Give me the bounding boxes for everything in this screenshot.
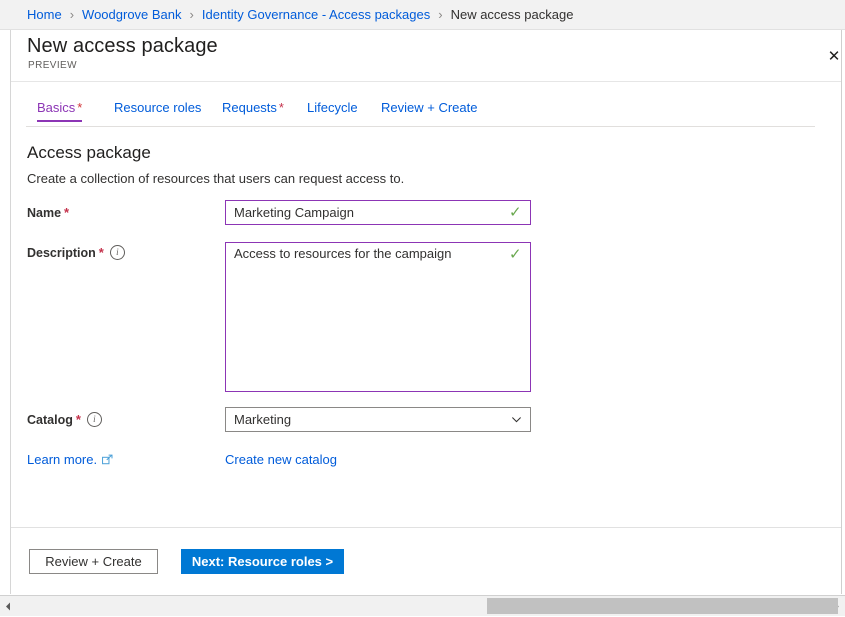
catalog-info-icon[interactable]: i (87, 412, 102, 427)
catalog-label-text: Catalog (27, 413, 73, 427)
tab-resource-roles[interactable]: Resource roles (114, 100, 201, 122)
blade-title-header: New access package PREVIEW ✕ (11, 31, 841, 82)
horizontal-scrollbar[interactable] (0, 595, 845, 616)
close-icon[interactable]: ✕ (816, 31, 845, 81)
learn-more-label: Learn more. (27, 452, 97, 467)
breadcrumb-separator: › (70, 7, 74, 22)
name-label: Name* (27, 205, 69, 220)
review-create-button[interactable]: Review + Create (29, 549, 158, 574)
page-title: New access package (27, 35, 218, 58)
chevron-down-icon (511, 414, 522, 425)
next-resource-roles-button[interactable]: Next: Resource roles > (181, 549, 344, 574)
breadcrumb-item-home[interactable]: Home (27, 7, 62, 22)
learn-more-link[interactable]: Learn more. (27, 452, 113, 467)
horizontal-scrollbar-thumb[interactable] (487, 598, 838, 614)
tab-lifecycle-label: Lifecycle (307, 100, 358, 115)
create-new-catalog-link[interactable]: Create new catalog (225, 452, 337, 467)
breadcrumb-item-identity-governance[interactable]: Identity Governance - Access packages (202, 7, 430, 22)
horizontal-scrollbar-track[interactable] (17, 596, 828, 617)
description-label: Description* i (27, 245, 125, 260)
basics-form: Access package Create a collection of re… (11, 127, 841, 527)
tab-active-underline (37, 120, 82, 122)
breadcrumb-separator: › (438, 7, 442, 22)
scroll-left-arrow-icon[interactable] (0, 596, 17, 616)
description-required-marker: * (99, 245, 104, 260)
catalog-select[interactable]: Marketing (225, 407, 531, 432)
tab-review-create[interactable]: Review + Create (381, 100, 477, 122)
external-link-icon (102, 454, 113, 465)
create-new-catalog-label: Create new catalog (225, 452, 337, 467)
description-textarea[interactable] (225, 242, 531, 392)
tab-basics[interactable]: Basics* (37, 100, 82, 122)
breadcrumb-item-woodgrove-bank[interactable]: Woodgrove Bank (82, 7, 182, 22)
description-info-icon[interactable]: i (110, 245, 125, 260)
name-input[interactable] (225, 200, 531, 225)
tab-lifecycle[interactable]: Lifecycle (307, 100, 358, 122)
wizard-tabs: Basics* Resource roles Requests* Lifecyc… (11, 100, 841, 126)
catalog-required-marker: * (76, 412, 81, 427)
section-title: Access package (27, 143, 151, 163)
breadcrumb: Home › Woodgrove Bank › Identity Governa… (0, 0, 845, 30)
tab-requests[interactable]: Requests* (222, 100, 284, 122)
tab-requests-required-marker: * (279, 100, 284, 115)
new-access-package-blade: Home › Woodgrove Bank › Identity Governa… (0, 0, 845, 594)
tab-basics-label: Basics (37, 100, 75, 115)
tab-requests-label: Requests (222, 100, 277, 115)
name-required-marker: * (64, 205, 69, 220)
preview-badge: PREVIEW (28, 60, 77, 71)
blade-right-divider (841, 0, 842, 594)
wizard-footer: Review + Create Next: Resource roles > (11, 528, 841, 594)
name-label-text: Name (27, 206, 61, 220)
tab-resource-roles-label: Resource roles (114, 100, 201, 115)
tab-basics-required-marker: * (77, 100, 82, 115)
breadcrumb-item-new-access-package: New access package (451, 7, 574, 22)
section-description: Create a collection of resources that us… (27, 171, 404, 186)
breadcrumb-separator: › (190, 7, 194, 22)
description-label-text: Description (27, 246, 96, 260)
catalog-selected-value: Marketing (234, 412, 511, 427)
tab-review-create-label: Review + Create (381, 100, 477, 115)
catalog-label: Catalog* i (27, 412, 102, 427)
